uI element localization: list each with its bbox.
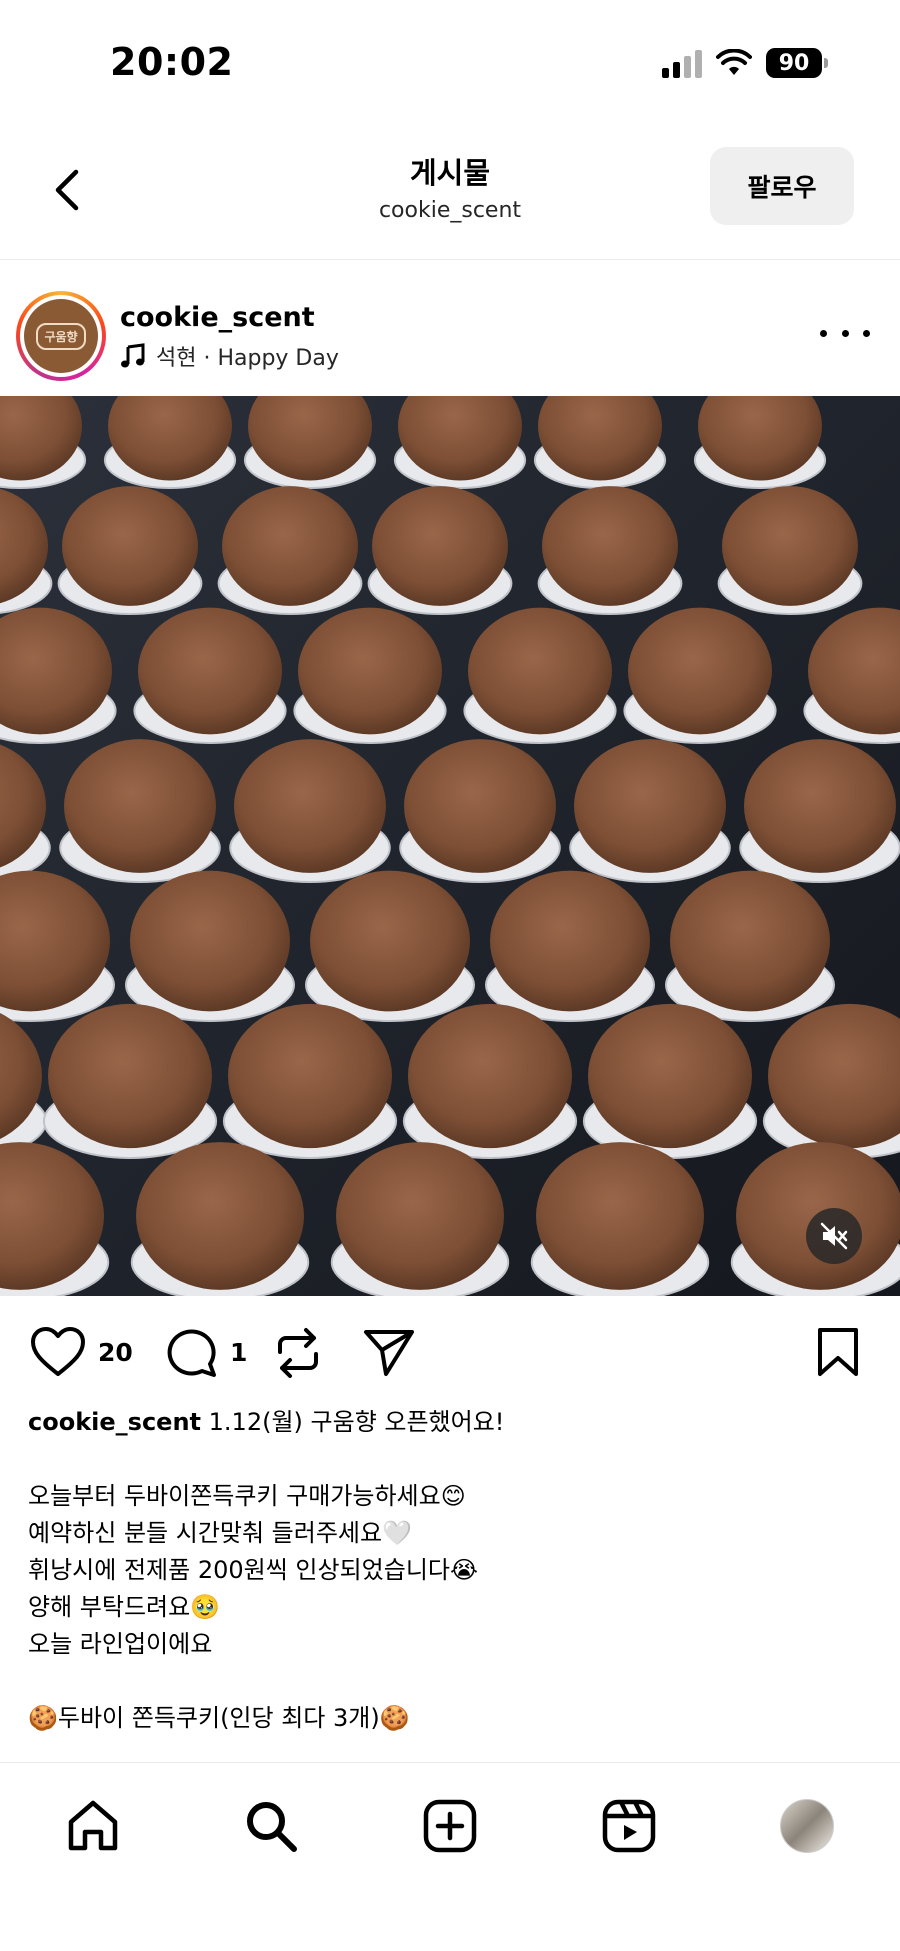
cookie-ball bbox=[138, 607, 282, 735]
comment-count: 1 bbox=[230, 1337, 248, 1367]
nav-reels[interactable] bbox=[596, 1793, 662, 1859]
caption-line: 양해 부탁드려요🥹 bbox=[28, 1593, 221, 1621]
share-button[interactable] bbox=[362, 1326, 416, 1378]
bottom-nav bbox=[0, 1762, 900, 1951]
post-header: 구움향 cookie_scent 석현 · Happy Day bbox=[0, 260, 900, 396]
battery-level: 90 bbox=[778, 50, 810, 76]
heart-icon bbox=[31, 1327, 85, 1376]
more-dot bbox=[841, 329, 849, 337]
nav-create[interactable] bbox=[417, 1793, 483, 1859]
battery-indicator: 90 bbox=[766, 48, 828, 78]
cookie-ball bbox=[130, 870, 290, 1012]
caption-line: 예약하신 분들 시간맞춰 들러주세요🤍 bbox=[28, 1519, 412, 1547]
cookie-ball bbox=[670, 870, 830, 1012]
bookmark-icon bbox=[818, 1328, 858, 1376]
mute-button[interactable] bbox=[806, 1208, 862, 1264]
nav-profile[interactable] bbox=[774, 1793, 840, 1859]
comment-icon bbox=[167, 1329, 216, 1377]
cookie-ball bbox=[408, 1003, 572, 1149]
caption-line bbox=[28, 1663, 878, 1700]
like-count: 20 bbox=[98, 1337, 133, 1367]
nav-home[interactable] bbox=[60, 1793, 126, 1859]
more-dot bbox=[863, 329, 870, 337]
caption-first-line: cookie_scent 1.12(월) 구움향 오픈했어요! bbox=[28, 1404, 878, 1441]
send-icon bbox=[364, 1330, 414, 1376]
profile-avatar bbox=[780, 1799, 834, 1853]
comment-button[interactable]: 1 bbox=[164, 1326, 247, 1378]
speaker-muted-icon bbox=[820, 1222, 848, 1250]
cookie-ball bbox=[722, 486, 858, 606]
cookie-ball bbox=[588, 1003, 752, 1149]
cookie-ball bbox=[48, 1003, 212, 1149]
cookie-ball bbox=[310, 870, 470, 1012]
plus-square-icon bbox=[423, 1799, 477, 1853]
cellular-signal-icon bbox=[662, 48, 702, 78]
post-media[interactable] bbox=[0, 396, 900, 1296]
more-dot bbox=[820, 329, 827, 337]
cookie-ball bbox=[468, 607, 612, 735]
repost-icon bbox=[278, 1328, 318, 1378]
post-caption: cookie_scent 1.12(월) 구움향 오픈했어요! 오늘부터 두바이… bbox=[28, 1404, 878, 1737]
home-icon bbox=[68, 1800, 118, 1851]
wifi-icon bbox=[716, 49, 752, 75]
status-bar: 20:02 90 bbox=[0, 0, 900, 130]
caption-line: 오늘 라인업이에요 bbox=[28, 1630, 213, 1658]
cookie-ball bbox=[744, 739, 896, 873]
cookie-ball bbox=[298, 607, 442, 735]
cookie-ball bbox=[136, 1142, 304, 1290]
cookie-ball bbox=[64, 739, 216, 873]
nav-search[interactable] bbox=[238, 1793, 304, 1859]
search-icon bbox=[247, 1802, 297, 1852]
cookie-ball bbox=[62, 486, 198, 606]
cookie-ball bbox=[574, 739, 726, 873]
avatar[interactable]: 구움향 bbox=[16, 291, 106, 381]
cookie-ball bbox=[234, 739, 386, 873]
caption-username[interactable]: cookie_scent bbox=[28, 1408, 201, 1436]
music-note-icon bbox=[121, 343, 145, 368]
avatar-logo: 구움향 bbox=[36, 322, 86, 350]
top-header: 게시물 cookie_scent 팔로우 bbox=[0, 130, 900, 260]
post-photo bbox=[0, 396, 900, 1296]
caption-line: 오늘부터 두바이쫀득쿠키 구매가능하세요😊 bbox=[28, 1482, 466, 1510]
caption-text: 1.12(월) 구움향 오픈했어요! bbox=[208, 1408, 505, 1436]
cookie-ball bbox=[222, 486, 358, 606]
reels-icon bbox=[602, 1799, 656, 1853]
more-options-button[interactable] bbox=[820, 318, 870, 348]
post-username[interactable]: cookie_scent bbox=[120, 302, 315, 333]
music-label: 석현 · Happy Day bbox=[156, 346, 339, 371]
status-icons: 90 bbox=[662, 48, 828, 78]
cookie-ball bbox=[336, 1142, 504, 1290]
caption-line bbox=[28, 1441, 878, 1478]
music-info[interactable]: 석현 · Happy Day bbox=[120, 340, 339, 372]
caption-line: 🍪두바이 쫀득쿠키(인당 최다 3개)🍪 bbox=[28, 1704, 410, 1732]
cookie-ball bbox=[404, 739, 556, 873]
cookie-ball bbox=[628, 607, 772, 735]
status-time: 20:02 bbox=[110, 40, 234, 84]
repost-button[interactable] bbox=[272, 1326, 324, 1380]
follow-button[interactable]: 팔로우 bbox=[710, 147, 854, 225]
cookie-ball bbox=[542, 486, 678, 606]
post-actions: 20 1 bbox=[0, 1296, 900, 1406]
like-button[interactable]: 20 bbox=[30, 1326, 133, 1378]
cookie-ball bbox=[372, 486, 508, 606]
caption-line: 휘낭시에 전제품 200원씩 인상되었습니다😭 bbox=[28, 1556, 479, 1584]
cookie-ball bbox=[536, 1142, 704, 1290]
save-button[interactable] bbox=[816, 1326, 860, 1378]
cookie-ball bbox=[490, 870, 650, 1012]
cookie-ball bbox=[228, 1003, 392, 1149]
